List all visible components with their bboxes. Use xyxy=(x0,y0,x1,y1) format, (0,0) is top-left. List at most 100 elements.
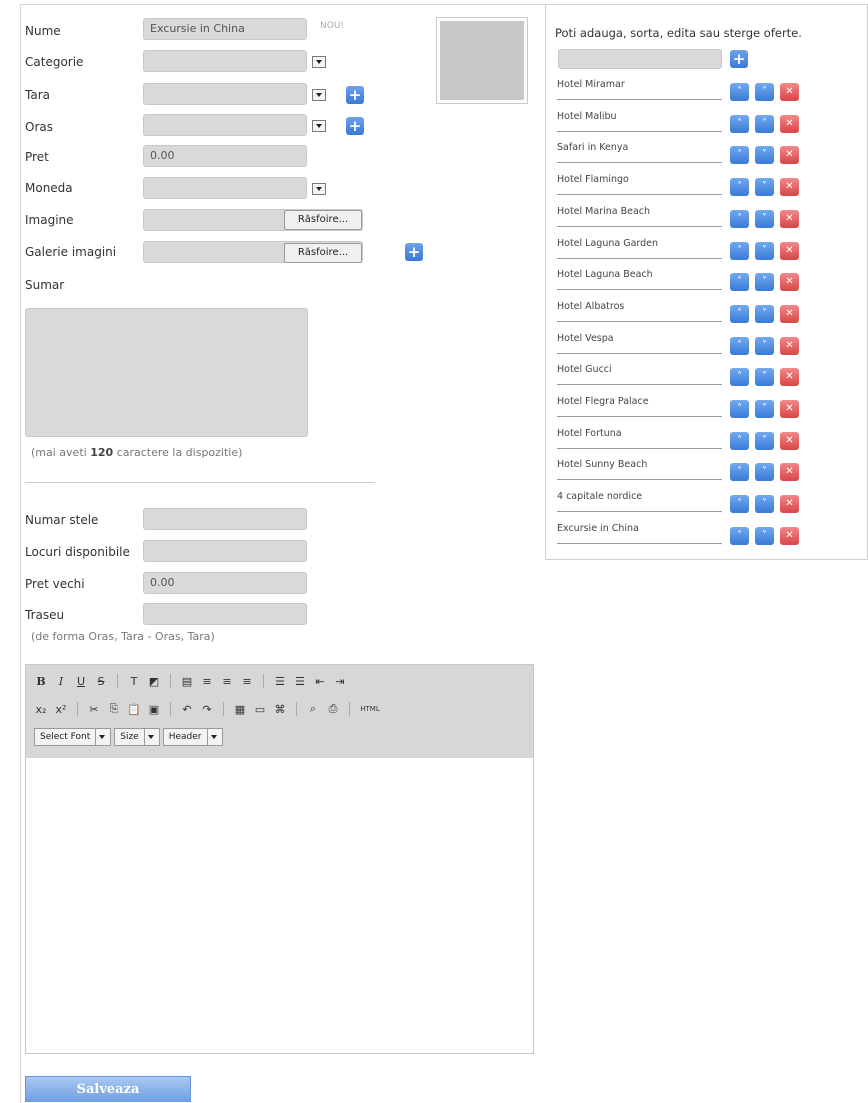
align-full-icon[interactable]: ▤ xyxy=(180,675,194,688)
table-icon[interactable]: ▦ xyxy=(233,703,247,716)
move-down-button[interactable]: ˅ xyxy=(755,83,774,101)
align-right-icon[interactable]: ≡ xyxy=(240,675,254,688)
delete-button[interactable]: ✕ xyxy=(780,114,799,133)
delete-button[interactable]: ✕ xyxy=(780,495,799,514)
outdent-icon[interactable]: ⇤ xyxy=(313,675,327,688)
move-down-button[interactable]: ˅ xyxy=(755,241,774,260)
oras-select[interactable] xyxy=(143,114,307,136)
move-up-button[interactable]: ˄ xyxy=(730,241,749,260)
move-down-button[interactable]: ˅ xyxy=(755,178,774,197)
pret-vechi-input[interactable]: 0.00 xyxy=(143,572,307,594)
delete-button[interactable]: ✕ xyxy=(780,463,799,482)
move-down-button[interactable]: ˅ xyxy=(755,114,774,133)
offer-label[interactable]: Hotel Malibu xyxy=(557,109,722,132)
nume-input[interactable]: Excursie in China xyxy=(143,18,307,40)
move-down-button[interactable]: ˅ xyxy=(755,146,774,165)
text-color-icon[interactable]: T xyxy=(127,675,141,688)
offer-label[interactable]: Hotel Laguna Beach xyxy=(557,267,722,291)
chevron-down-icon[interactable] xyxy=(312,183,326,195)
underline-icon[interactable]: U xyxy=(74,675,88,688)
offer-label[interactable]: Hotel Marina Beach xyxy=(557,204,722,227)
copy-icon[interactable]: ⎘ xyxy=(107,702,121,716)
move-down-button[interactable]: ˅ xyxy=(755,463,774,482)
align-left-icon[interactable]: ≡ xyxy=(200,675,214,688)
move-up-button[interactable]: ˄ xyxy=(730,114,749,133)
move-down-button[interactable]: ˅ xyxy=(755,304,774,323)
background-color-icon[interactable]: ◩ xyxy=(147,675,161,688)
delete-button[interactable]: ✕ xyxy=(780,431,799,450)
chevron-down-icon[interactable] xyxy=(312,89,326,101)
move-up-button[interactable]: ˄ xyxy=(730,209,749,228)
paste-icon[interactable]: 📋 xyxy=(127,703,141,716)
categorie-select[interactable] xyxy=(143,50,307,72)
subscript-icon[interactable]: x₂ xyxy=(34,703,48,716)
delete-button[interactable]: ✕ xyxy=(780,400,799,418)
add-galerie-button[interactable]: + xyxy=(405,243,423,261)
move-down-button[interactable]: ˅ xyxy=(755,400,774,418)
move-up-button[interactable]: ˄ xyxy=(730,304,749,323)
delete-button[interactable]: ✕ xyxy=(780,368,799,387)
galerie-browse-button[interactable]: Răsfoire... xyxy=(284,243,362,263)
save-button[interactable]: Salveaza xyxy=(25,1076,191,1102)
add-tara-button[interactable]: + xyxy=(346,86,364,104)
font-select[interactable]: Select Font xyxy=(34,728,112,746)
pret-input[interactable]: 0.00 xyxy=(143,145,307,167)
move-down-button[interactable]: ˅ xyxy=(755,526,774,545)
undo-icon[interactable]: ↶ xyxy=(180,703,194,716)
indent-icon[interactable]: ⇥ xyxy=(333,675,347,688)
sumar-textarea[interactable] xyxy=(25,308,308,437)
tara-select[interactable] xyxy=(143,83,307,105)
header-select[interactable]: Header xyxy=(162,728,223,746)
offer-label[interactable]: Hotel Flamingo xyxy=(557,172,722,196)
delete-button[interactable]: ✕ xyxy=(780,336,799,355)
bold-icon[interactable]: B xyxy=(34,675,48,688)
offer-label[interactable]: Hotel Laguna Garden xyxy=(557,236,722,259)
offer-label[interactable]: Hotel Albatros xyxy=(557,299,722,322)
move-up-button[interactable]: ˄ xyxy=(730,146,749,165)
editor-content-area[interactable] xyxy=(26,758,533,1053)
offer-label[interactable]: Hotel Flegra Palace xyxy=(557,394,722,417)
offer-label[interactable]: Excursie in China xyxy=(557,521,722,544)
delete-button[interactable]: ✕ xyxy=(780,273,799,292)
add-offer-button[interactable]: + xyxy=(730,50,748,68)
chevron-down-icon[interactable] xyxy=(312,56,326,68)
move-down-button[interactable]: ˅ xyxy=(755,431,774,450)
move-up-button[interactable]: ˄ xyxy=(730,463,749,482)
delete-button[interactable]: ✕ xyxy=(780,241,799,260)
delete-button[interactable]: ✕ xyxy=(780,178,799,197)
move-up-button[interactable]: ˄ xyxy=(730,273,749,292)
delete-button[interactable]: ✕ xyxy=(780,146,799,165)
link-icon[interactable]: ⌘ xyxy=(273,703,287,716)
moneda-select[interactable] xyxy=(143,177,307,199)
size-select[interactable]: Size xyxy=(114,728,160,746)
move-up-button[interactable]: ˄ xyxy=(730,431,749,450)
paste-word-icon[interactable]: ▣ xyxy=(147,703,161,716)
offer-label[interactable]: 4 capitale nordice xyxy=(557,489,722,513)
move-down-button[interactable]: ˅ xyxy=(755,273,774,292)
move-up-button[interactable]: ˄ xyxy=(730,83,749,101)
traseu-input[interactable] xyxy=(143,603,307,625)
move-down-button[interactable]: ˅ xyxy=(755,209,774,228)
move-down-button[interactable]: ˅ xyxy=(755,495,774,514)
chevron-down-icon[interactable] xyxy=(312,120,326,132)
imagine-browse-button[interactable]: Răsfoire... xyxy=(284,210,362,230)
redo-icon[interactable]: ↷ xyxy=(200,703,214,716)
unordered-list-icon[interactable]: ☰ xyxy=(293,675,307,688)
align-center-icon[interactable]: ≡ xyxy=(220,675,234,688)
locuri-input[interactable] xyxy=(143,540,307,562)
delete-button[interactable]: ✕ xyxy=(780,209,799,228)
html-source-icon[interactable]: HTML xyxy=(359,705,381,713)
superscript-icon[interactable]: x² xyxy=(54,703,68,716)
offer-label[interactable]: Hotel Vespa xyxy=(557,331,722,354)
move-up-button[interactable]: ˄ xyxy=(730,495,749,514)
move-up-button[interactable]: ˄ xyxy=(730,526,749,545)
italic-icon[interactable]: I xyxy=(54,675,68,688)
image-icon[interactable]: ▭ xyxy=(253,703,267,716)
move-up-button[interactable]: ˄ xyxy=(730,178,749,197)
ordered-list-icon[interactable]: ☰ xyxy=(273,675,287,688)
offer-label[interactable]: Safari in Kenya xyxy=(557,140,722,164)
offer-label[interactable]: Hotel Sunny Beach xyxy=(557,457,722,481)
delete-button[interactable]: ✕ xyxy=(780,304,799,323)
print-icon[interactable]: ⎙ xyxy=(326,702,340,716)
move-down-button[interactable]: ˅ xyxy=(755,336,774,355)
